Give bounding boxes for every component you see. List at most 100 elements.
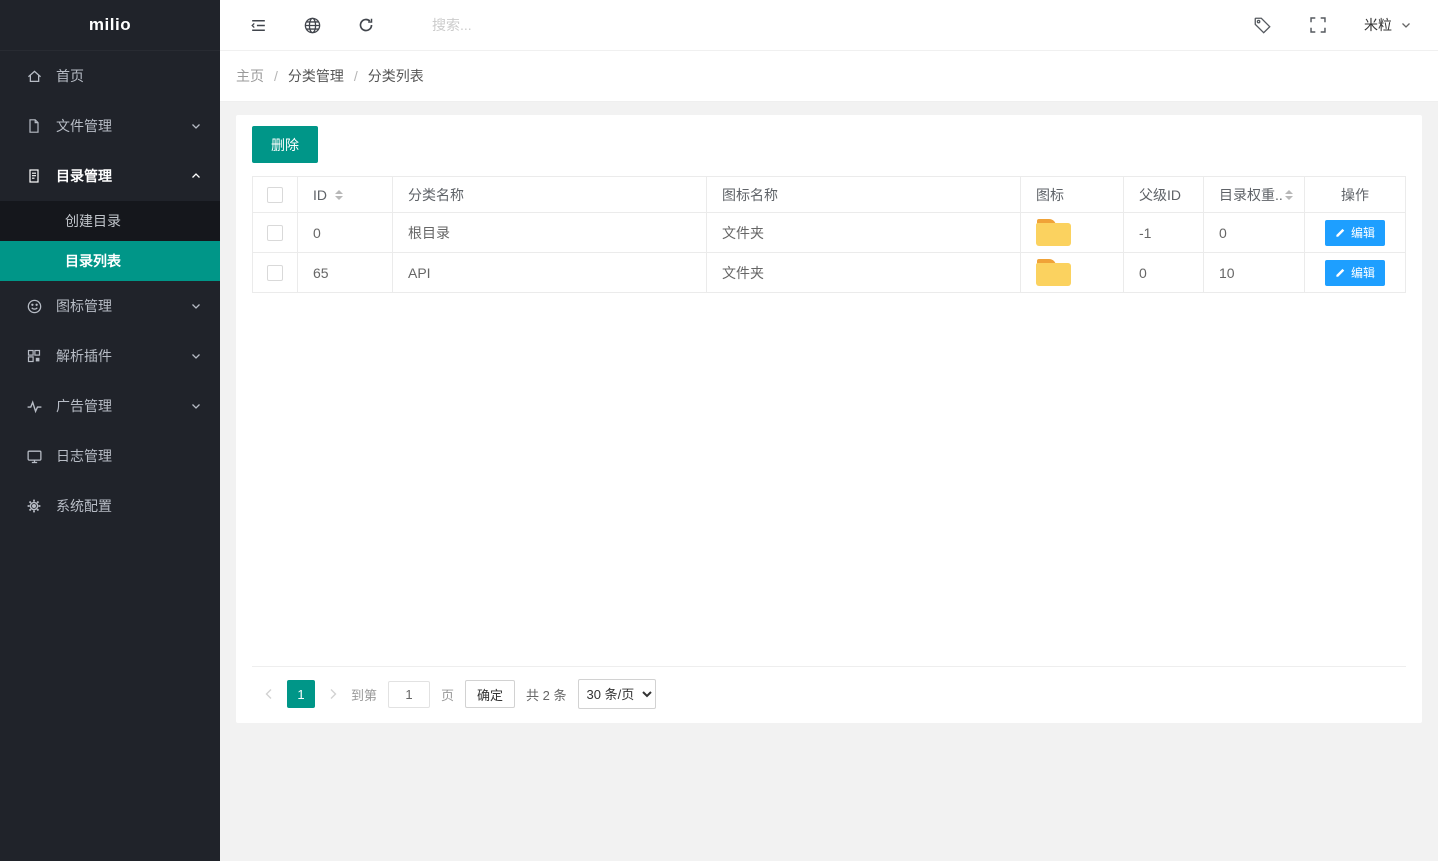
cell-icon [1021, 253, 1124, 293]
folder-icon [1036, 219, 1071, 246]
row-checkbox[interactable] [267, 265, 283, 281]
content-area: 删除 ID 分类名称 [220, 102, 1438, 861]
pencil-icon [1335, 227, 1346, 238]
sidebar-item-ads[interactable]: 广告管理 [0, 381, 220, 431]
pagination: 1 到第 页 确定 共 2 条 30 条/页 [252, 666, 1406, 709]
page-size-select[interactable]: 30 条/页 [578, 679, 656, 709]
edit-button[interactable]: 编辑 [1325, 260, 1385, 286]
breadcrumb-home[interactable]: 主页 [236, 66, 264, 86]
sidebar-item-create-directory[interactable]: 创建目录 [0, 201, 220, 241]
chevron-down-icon [190, 120, 202, 132]
gear-icon [25, 497, 43, 515]
sidebar-item-plugins[interactable]: 解析插件 [0, 331, 220, 381]
column-header-icon: 图标 [1021, 177, 1124, 213]
sidebar-item-label: 首页 [56, 66, 84, 86]
sidebar: milio 首页 文件管理 目录管理 [0, 0, 220, 861]
sidebar-item-label: 文件管理 [56, 116, 112, 136]
category-table: ID 分类名称 图标名称 图标 父级ID 目录权重.. [252, 176, 1406, 293]
chevron-down-icon [190, 400, 202, 412]
sidebar-item-icons[interactable]: 图标管理 [0, 281, 220, 331]
chevron-down-icon [190, 300, 202, 312]
chevron-up-icon [190, 170, 202, 182]
sidebar-item-logs[interactable]: 日志管理 [0, 431, 220, 481]
tag-icon[interactable] [1252, 15, 1272, 35]
breadcrumb: 主页 / 分类管理 / 分类列表 [220, 51, 1438, 102]
globe-icon[interactable] [302, 15, 322, 35]
sidebar-item-settings[interactable]: 系统配置 [0, 481, 220, 531]
prev-page-icon[interactable] [262, 687, 276, 701]
blocks-icon [25, 347, 43, 365]
chevron-down-icon [1400, 19, 1412, 31]
cell-id: 0 [298, 213, 393, 253]
chevron-down-icon [190, 350, 202, 362]
breadcrumb-current: 分类列表 [368, 66, 424, 86]
sidebar-item-directory-list[interactable]: 目录列表 [0, 241, 220, 281]
sidebar-subitem-label: 创建目录 [65, 211, 121, 231]
sidebar-item-files[interactable]: 文件管理 [0, 101, 220, 151]
main-area: 米粒 主页 / 分类管理 / 分类列表 删除 [220, 0, 1438, 861]
cell-icon [1021, 213, 1124, 253]
cell-parent-id: -1 [1124, 213, 1204, 253]
column-header-icon-name: 图标名称 [707, 177, 1021, 213]
cell-action: 编辑 [1305, 253, 1406, 293]
next-page-icon[interactable] [326, 687, 340, 701]
home-icon [25, 67, 43, 85]
sort-icon[interactable] [335, 190, 343, 200]
search-input[interactable] [432, 17, 712, 33]
goto-confirm-button[interactable]: 确定 [465, 680, 515, 708]
breadcrumb-separator: / [354, 68, 358, 84]
cell-weight: 0 [1204, 213, 1305, 253]
user-menu[interactable]: 米粒 [1364, 15, 1412, 35]
sidebar-item-label: 解析插件 [56, 346, 112, 366]
sidebar-item-label: 系统配置 [56, 496, 112, 516]
column-header-name: 分类名称 [393, 177, 707, 213]
cell-icon-name: 文件夹 [707, 213, 1021, 253]
cell-id: 65 [298, 253, 393, 293]
row-checkbox[interactable] [267, 225, 283, 241]
sort-icon[interactable] [1285, 190, 1293, 200]
cell-name: API [393, 253, 707, 293]
goto-label: 到第 [351, 685, 377, 704]
pencil-icon [1335, 267, 1346, 278]
refresh-icon[interactable] [356, 15, 376, 35]
sidebar-item-label: 目录管理 [56, 166, 112, 186]
app-logo: milio [0, 0, 220, 51]
cell-action: 编辑 [1305, 213, 1406, 253]
sidebar-item-label: 图标管理 [56, 296, 112, 316]
goto-page-input[interactable] [388, 681, 430, 708]
table-empty-space [252, 293, 1406, 666]
sidebar-collapse-icon[interactable] [248, 15, 268, 35]
cell-icon-name: 文件夹 [707, 253, 1021, 293]
sidebar-nav: 首页 文件管理 目录管理 创建目录 目录列表 [0, 51, 220, 531]
file-icon [25, 117, 43, 135]
category-list-card: 删除 ID 分类名称 [236, 115, 1422, 723]
select-all-checkbox[interactable] [267, 187, 283, 203]
pulse-icon [25, 397, 43, 415]
sidebar-item-label: 广告管理 [56, 396, 112, 416]
column-header-action: 操作 [1305, 177, 1406, 213]
fullscreen-icon[interactable] [1308, 15, 1328, 35]
table-row: 0 根目录 文件夹 -1 0 编辑 [253, 213, 1406, 253]
topbar: 米粒 [220, 0, 1438, 51]
folder-icon [1036, 259, 1071, 286]
cell-weight: 10 [1204, 253, 1305, 293]
smiley-icon [25, 297, 43, 315]
page-label: 页 [441, 685, 454, 704]
delete-button[interactable]: 删除 [252, 126, 318, 163]
column-header-weight[interactable]: 目录权重.. [1204, 177, 1305, 213]
table-row: 65 API 文件夹 0 10 编辑 [253, 253, 1406, 293]
column-header-id[interactable]: ID [298, 177, 393, 213]
breadcrumb-separator: / [274, 68, 278, 84]
page-number-button[interactable]: 1 [287, 680, 315, 708]
sidebar-item-directory[interactable]: 目录管理 [0, 151, 220, 201]
edit-button[interactable]: 编辑 [1325, 220, 1385, 246]
total-count-label: 共 2 条 [526, 685, 566, 704]
username: 米粒 [1364, 15, 1392, 35]
sidebar-submenu-directory: 创建目录 目录列表 [0, 201, 220, 281]
table-header-row: ID 分类名称 图标名称 图标 父级ID 目录权重.. [253, 177, 1406, 213]
sidebar-item-home[interactable]: 首页 [0, 51, 220, 101]
sidebar-subitem-label: 目录列表 [65, 251, 121, 271]
breadcrumb-section: 分类管理 [288, 66, 344, 86]
column-header-parent-id: 父级ID [1124, 177, 1204, 213]
cell-parent-id: 0 [1124, 253, 1204, 293]
